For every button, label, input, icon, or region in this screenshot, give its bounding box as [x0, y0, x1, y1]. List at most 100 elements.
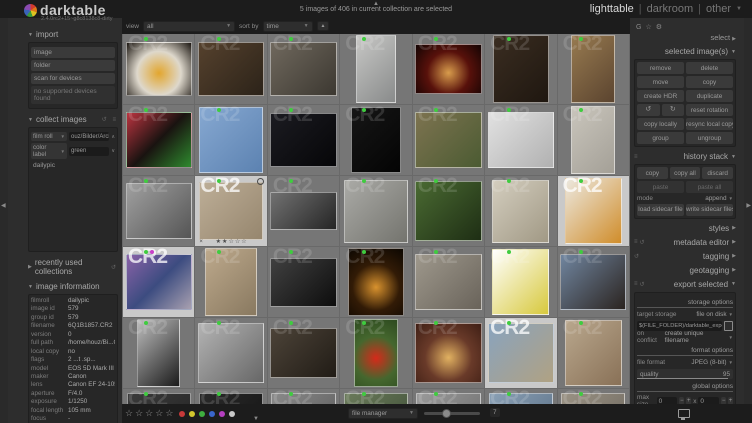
display-profile-icon[interactable] — [678, 409, 690, 420]
thumb-stone-window[interactable]: CR2 — [123, 318, 195, 388]
load-sidecar-file-button[interactable]: load sidecar file — [637, 203, 684, 216]
image-information-header[interactable]: ▼ image information — [28, 282, 118, 291]
collect-images-module-header[interactable]: ▼ collect images ↺ ≡ — [28, 115, 118, 124]
preferences-gear-icon[interactable]: ⚙ — [656, 24, 666, 31]
styles-header[interactable]: styles ▶ — [634, 224, 736, 233]
thumb-cracked-wall[interactable]: CR2 — [557, 105, 629, 175]
compress-history-icon[interactable]: ≡ — [634, 154, 638, 160]
group-button[interactable]: group — [637, 132, 684, 144]
rating-star-icon[interactable]: ☆ — [155, 408, 163, 419]
selected-images-header[interactable]: selected image(s) ▼ — [634, 47, 736, 56]
star-outline-icon[interactable]: ☆ — [241, 239, 246, 245]
color-label-filter-dot[interactable] — [199, 411, 205, 417]
collect-rule-property-dropdown[interactable]: film roll ▼ — [31, 132, 67, 141]
discard-button[interactable]: discard — [702, 167, 733, 179]
thumb-station-platform[interactable]: CR2 — [267, 176, 340, 246]
thumb-dark-curve[interactable]: CR2 — [267, 247, 340, 317]
thumb-next-row-7[interactable]: CR2 — [557, 389, 629, 404]
remove-button[interactable]: remove — [637, 62, 684, 74]
paste-button[interactable]: paste — [637, 181, 684, 193]
metadata-editor-header[interactable]: ≡ ↺ metadata editor ▶ — [634, 238, 736, 247]
create-HDR-button[interactable]: create HDR — [637, 90, 684, 102]
resync-local-copy-button[interactable]: resync local copy — [686, 118, 733, 130]
export-selected-header[interactable]: ≡ ↺ export selected ▼ — [634, 280, 736, 289]
thumb-dark-chair[interactable]: CR2 — [340, 105, 412, 175]
sort-direction-button[interactable]: ▲ — [316, 21, 330, 31]
view-filter-dropdown[interactable]: all ▼ — [143, 20, 236, 32]
rating-star-icon[interactable]: ☆ — [135, 408, 143, 419]
thumb-crocus-flowers[interactable]: CR2 — [412, 105, 485, 175]
thumb-field-rows[interactable]: CR2 — [267, 318, 340, 388]
thumb-red-tulip[interactable]: CR2 — [340, 318, 412, 388]
thumb-fried-egg-pan[interactable]: CR2 — [123, 34, 195, 104]
thumb-fern-leaves[interactable]: CR2 — [412, 176, 485, 246]
color-label-filter-dot[interactable] — [209, 411, 215, 417]
delete-button[interactable]: delete — [686, 62, 733, 74]
star-filled-icon[interactable]: ★ — [222, 239, 227, 245]
view-mode-other[interactable]: other — [706, 3, 731, 15]
star-outline-icon[interactable]: ☆ — [235, 239, 240, 245]
rating-star-icon[interactable]: ☆ — [165, 408, 173, 419]
import-module-header[interactable]: ▼ import — [28, 30, 118, 39]
view-mode-darkroom[interactable]: darkroom — [647, 3, 693, 15]
thumb-pear-fruit[interactable]: CR2 — [485, 176, 557, 246]
thumb-deer-face[interactable]: CR2 — [557, 34, 629, 104]
view-mode-lighttable[interactable]: lighttable — [590, 3, 634, 15]
history-stack-header[interactable]: ≡ history stack ▼ — [634, 152, 736, 161]
on-conflict-dropdown[interactable]: create unique filename ▼ — [665, 330, 733, 344]
reset-rotation-button[interactable]: reset rotation — [686, 104, 733, 116]
module-reset-icon[interactable]: ↺ — [111, 264, 118, 271]
reset-icon[interactable]: ↺ — [640, 239, 645, 246]
thumb-shell-in-hands[interactable]: CR2 — [485, 318, 557, 388]
recently-used-collections-header[interactable]: ▶ recently used collections ↺ — [28, 258, 118, 276]
import-button-folder[interactable]: folder — [31, 60, 115, 71]
thumb-next-row-6[interactable]: CR2 — [485, 389, 557, 404]
target-storage-dropdown[interactable]: file on disk ▼ — [696, 311, 733, 318]
collection-item[interactable]: dailypic — [33, 162, 113, 169]
rotate-ccw-button[interactable]: ↺ — [637, 104, 660, 116]
module-reset-presets-icons[interactable]: ↺ ≡ — [102, 116, 118, 123]
thumb-red-lamp[interactable]: CR2 — [412, 34, 485, 104]
rotate-cw-button[interactable]: ↻ — [661, 104, 684, 116]
write-sidecar-files-button[interactable]: write sidecar files — [686, 203, 733, 216]
thumb-boar-face[interactable]: CR2 — [485, 34, 557, 104]
collapse-top-arrow[interactable]: ▲ — [373, 1, 379, 7]
thumb-gravel-texture[interactable]: CR2 × ★ ★ ☆ ☆ ☆ — [195, 176, 267, 246]
chevron-up-icon[interactable]: ∧ — [111, 134, 115, 140]
copy-button[interactable]: copy — [637, 167, 668, 179]
duplicate-button[interactable]: duplicate — [686, 90, 733, 102]
ungroup-button[interactable]: ungroup — [686, 132, 733, 144]
thumb-cigarette-smoke[interactable]: CR2 — [267, 105, 340, 175]
thumb-blurred-medallions[interactable]: CR2 — [340, 176, 412, 246]
thumb-next-row-2[interactable]: CR2 — [195, 389, 267, 404]
thumb-skull-sculpture[interactable]: CR2 — [195, 34, 267, 104]
thumb-night-lights[interactable]: CR2 — [340, 247, 412, 317]
collect-rule-value-input[interactable]: ouz/Bilder/Archiv/dailypic — [69, 132, 110, 141]
zoom-slider-handle[interactable] — [442, 409, 451, 418]
paste-all-button[interactable]: paste all — [686, 181, 733, 193]
zoom-slider[interactable] — [424, 409, 480, 418]
collapse-left-arrow[interactable]: ◀ — [1, 203, 6, 209]
reset-icon[interactable]: ↺ — [634, 253, 639, 260]
chevron-down-icon[interactable]: ∨ — [111, 148, 115, 154]
right-panel-edge[interactable] — [744, 18, 752, 423]
history-mode-dropdown[interactable]: append ▼ — [705, 195, 733, 202]
collect-rule-property-dropdown[interactable]: color label ▼ — [31, 143, 67, 159]
thumb-hand-with-key[interactable]: CR2 — [267, 34, 340, 104]
chevron-down-icon[interactable]: ▼ — [736, 6, 742, 12]
thumb-candle-jar[interactable]: CR2 — [412, 318, 485, 388]
sort-dropdown[interactable]: time ▼ — [262, 20, 313, 32]
thumb-orange-drink[interactable]: CR2 — [557, 176, 629, 246]
star-outline-icon[interactable]: ☆ — [228, 239, 233, 245]
thumb-next-row-4[interactable]: CR2 — [340, 389, 412, 404]
thumb-skateboarder-street[interactable]: CR2 — [123, 176, 195, 246]
move-button[interactable]: move — [637, 76, 684, 88]
file-format-dropdown[interactable]: JPEG (8-bit) ▼ — [691, 359, 733, 366]
thumb-colorful-hearts[interactable]: CR2 — [123, 105, 195, 175]
collapse-right-arrow[interactable]: ▶ — [746, 203, 751, 209]
color-label-filter-dot[interactable] — [189, 411, 195, 417]
copy-all-button[interactable]: copy all — [669, 167, 701, 179]
import-button-scan-for-devices[interactable]: scan for devices — [31, 73, 115, 84]
presets-icon[interactable]: ≡ — [634, 239, 638, 245]
quality-slider[interactable]: quality 95 — [637, 369, 733, 379]
